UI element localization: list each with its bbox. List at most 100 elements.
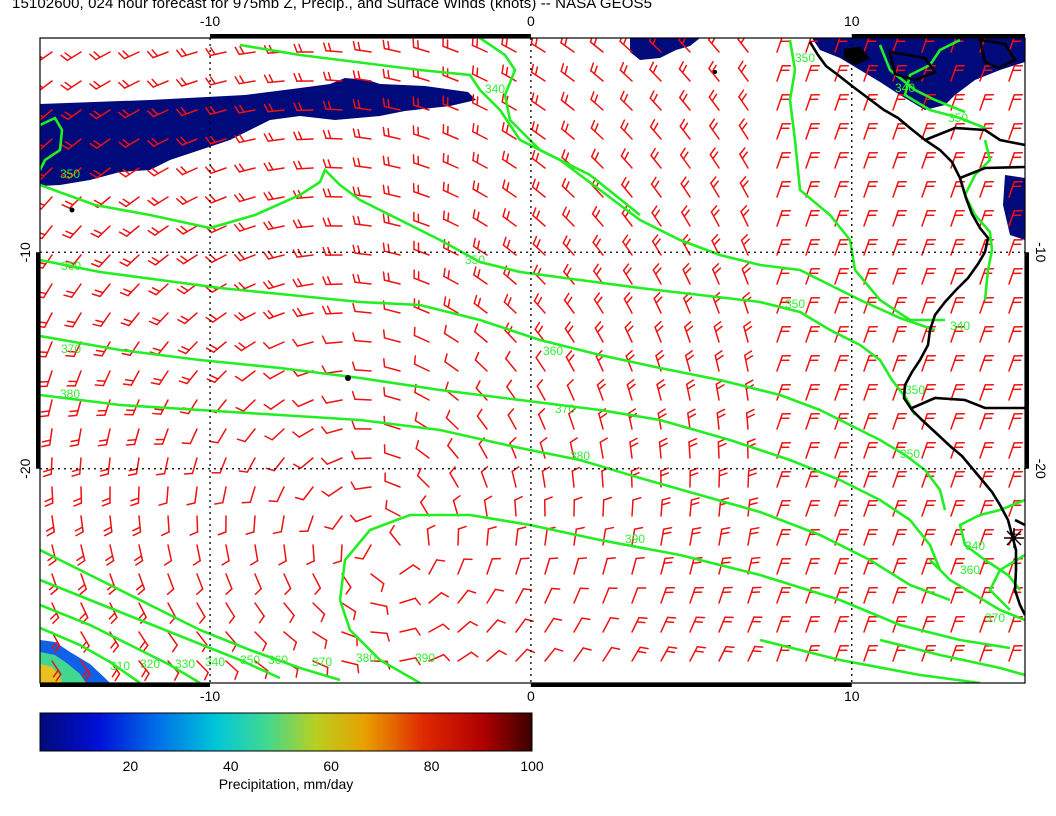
wind-barb [834, 296, 850, 314]
wind-barb [483, 495, 493, 517]
wind-barb [254, 602, 265, 624]
wind-barb [292, 307, 314, 318]
wind-barb [412, 183, 430, 198]
wind-barb [619, 61, 633, 82]
wind-barb [718, 467, 728, 488]
wind-barb [178, 370, 198, 385]
wind-barb [263, 132, 285, 142]
wind-barb [147, 196, 169, 207]
wind-barb [626, 379, 636, 401]
wind-barb [148, 312, 169, 326]
precipitation-areas [40, 38, 1025, 683]
wind-barb [654, 320, 664, 343]
wind-barb [892, 412, 908, 430]
wind-barb [322, 246, 343, 256]
wind-barb [412, 38, 430, 53]
wind-barb [776, 499, 792, 517]
wind-barb [658, 437, 668, 459]
y-tick-label-right: -20 [1033, 459, 1049, 479]
wind-barb [687, 408, 697, 430]
wind-barb [593, 292, 604, 314]
wind-barb [515, 588, 533, 604]
wind-barb [892, 470, 908, 488]
wind-barb [650, 176, 662, 198]
wind-barb [776, 64, 792, 82]
wind-barb [473, 266, 488, 285]
wind-barb [563, 292, 575, 314]
wind-barb [515, 526, 527, 546]
wind-barb [475, 380, 488, 401]
wind-barb [205, 47, 227, 57]
wind-barb [105, 544, 115, 566]
contour-label: 360 [268, 653, 288, 667]
wind-barb [834, 354, 850, 372]
wind-barb [103, 515, 113, 537]
wind-barb [623, 292, 633, 314]
wind-barb [501, 150, 517, 169]
wind-barb [741, 262, 751, 285]
wind-barb [717, 438, 727, 459]
wind-barb [283, 573, 292, 595]
wind-barb [689, 586, 704, 604]
wind-barb [472, 180, 488, 198]
wind-barb [211, 457, 227, 474]
wind-barb [209, 428, 227, 444]
wind-barb [979, 644, 995, 662]
wind-barb [263, 280, 285, 290]
wind-barb [776, 354, 792, 372]
wind-barb [167, 602, 177, 624]
contour-label: 340 [895, 81, 915, 95]
wind-barb [321, 365, 343, 374]
wind-barb [241, 486, 256, 504]
contour-label: 340 [950, 319, 970, 333]
wind-barb [863, 528, 879, 546]
wind-barb [299, 515, 314, 533]
wind-barb [599, 437, 608, 459]
wind-barb [413, 355, 430, 372]
wind-barb [745, 408, 756, 430]
wind-barb [921, 557, 937, 575]
contour-label: 380 [356, 651, 376, 665]
wind-barb [708, 89, 720, 111]
wind-barb [921, 296, 937, 314]
wind-barb [457, 589, 477, 604]
wind-barb [530, 63, 546, 82]
wind-barb [292, 338, 314, 347]
wind-barb [1008, 441, 1024, 459]
contour-label: 340 [205, 655, 225, 669]
wind-barb [92, 312, 111, 327]
x-tick-label-top: 0 [527, 13, 535, 29]
wind-barb [678, 61, 691, 82]
height-contour-1 [40, 167, 917, 416]
wind-barb [428, 623, 450, 633]
wind-barb [573, 557, 588, 575]
wind-barb [805, 615, 821, 633]
contour-label: 350 [785, 297, 805, 311]
wind-barb [563, 263, 575, 285]
contour-label: 350 [240, 653, 260, 667]
wind-barb [293, 160, 314, 170]
wind-barb [234, 75, 256, 85]
wind-barb [320, 457, 343, 465]
wind-barb [683, 320, 694, 343]
wind-barb [1008, 122, 1024, 140]
wind-barb [449, 466, 459, 488]
wind-barb [312, 573, 322, 595]
x-tick-label-top: 10 [844, 13, 860, 29]
wind-barb [370, 631, 390, 642]
wind-barb [1008, 354, 1024, 372]
wind-barb [531, 178, 546, 198]
wind-barb [536, 379, 546, 401]
wind-barb [163, 544, 173, 566]
island-dot-1 [345, 375, 351, 381]
wind-barb [472, 151, 488, 169]
wind-barb [660, 646, 678, 662]
contour-label: 390 [625, 532, 645, 546]
wind-barb [324, 515, 343, 530]
wind-barb [834, 93, 850, 111]
wind-barb [419, 495, 430, 517]
wind-barb [321, 335, 343, 345]
wind-barb [979, 296, 995, 314]
contour-label: 310 [110, 659, 130, 673]
wind-barb [531, 92, 546, 111]
